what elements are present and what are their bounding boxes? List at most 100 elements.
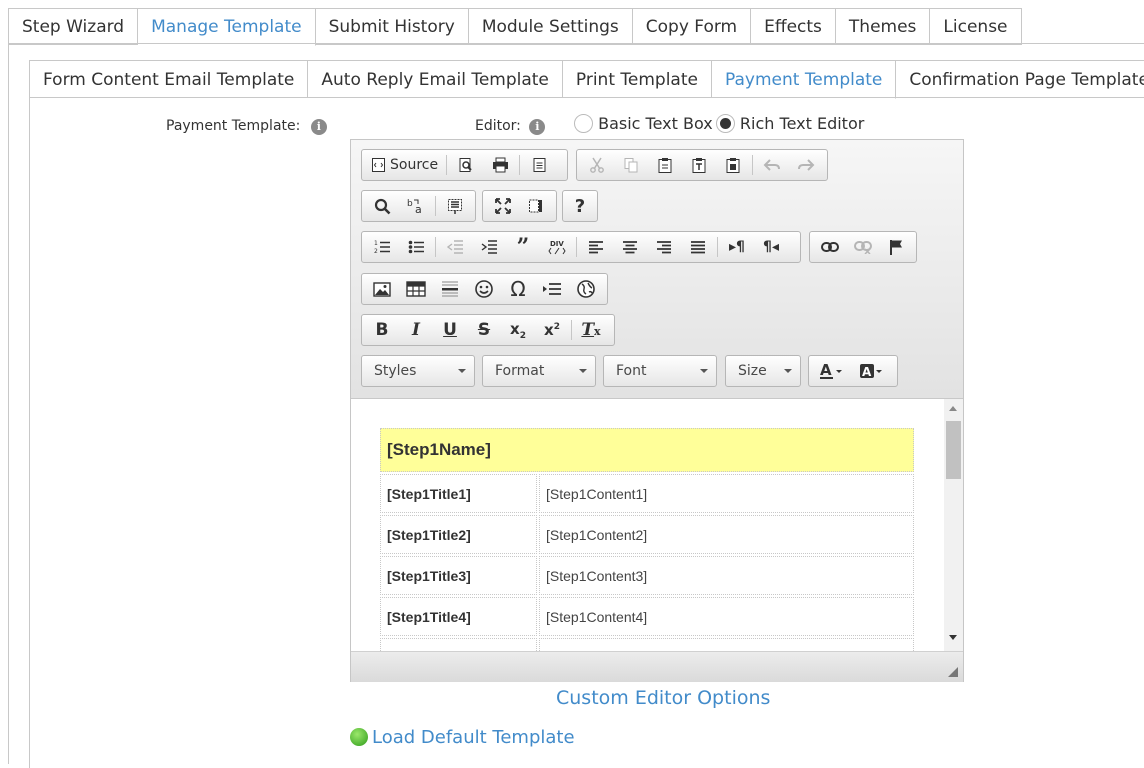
editor-content-area[interactable]: [Step1Name] [Step1Title1] [Step1Content1… (351, 399, 944, 651)
custom-editor-options-link[interactable]: Custom Editor Options (556, 687, 770, 709)
editor-type-radio-group: Basic Text Box Rich Text Editor (574, 114, 864, 133)
editor-status-bar (351, 651, 963, 682)
link-button[interactable] (813, 233, 846, 261)
image-button[interactable] (365, 275, 399, 303)
tab-copy-form[interactable]: Copy Form (632, 8, 752, 45)
horizontal-line-button[interactable] (433, 275, 467, 303)
step-title-cell[interactable]: [Step1Title3] (380, 556, 537, 595)
select-all-button[interactable] (438, 192, 472, 220)
format-dropdown[interactable]: Format (482, 355, 596, 387)
svg-text:b: b (407, 199, 413, 209)
replace-button[interactable]: ba (399, 192, 433, 220)
tab-form-content-email-template[interactable]: Form Content Email Template (29, 60, 309, 98)
dropdown-arrow-icon (458, 369, 466, 373)
tab-submit-history[interactable]: Submit History (315, 8, 469, 45)
align-center-button[interactable] (613, 233, 647, 261)
basic-text-box-label[interactable]: Basic Text Box (598, 114, 713, 133)
cut-button[interactable] (580, 151, 614, 179)
scrollbar-thumb[interactable] (946, 421, 961, 479)
paste-text-button[interactable] (682, 151, 716, 179)
tab-effects[interactable]: Effects (751, 8, 836, 45)
strikethrough-button[interactable]: S (467, 316, 501, 344)
copy-button[interactable] (614, 151, 648, 179)
text-color-button[interactable]: A (812, 357, 852, 385)
page-break-button[interactable] (535, 275, 569, 303)
step-content-cell[interactable] (539, 638, 914, 651)
tab-module-settings[interactable]: Module Settings (468, 8, 633, 45)
text-direction-ltr-button[interactable]: ▸¶ (720, 233, 754, 261)
resize-grip-icon[interactable] (948, 667, 958, 677)
help-button[interactable]: ? (563, 192, 597, 220)
step-content-cell[interactable]: [Step1Content1] (539, 474, 914, 513)
tab-manage-template[interactable]: Manage Template (138, 8, 316, 46)
bold-button[interactable]: B (365, 316, 399, 344)
step-title-cell[interactable] (380, 638, 537, 651)
increase-indent-button[interactable] (472, 233, 506, 261)
smiley-button[interactable] (467, 275, 501, 303)
editing-toolgroup: ba (361, 190, 476, 222)
tab-confirmation-page-template[interactable]: Confirmation Page Template (896, 60, 1144, 98)
text-direction-rtl-button[interactable]: ¶◂ (754, 233, 788, 261)
table-button[interactable] (399, 275, 433, 303)
decrease-indent-button[interactable] (438, 233, 472, 261)
tab-themes[interactable]: Themes (835, 8, 931, 45)
size-dropdown[interactable]: Size (725, 355, 801, 387)
step-content-cell[interactable]: [Step1Content2] (539, 515, 914, 554)
bulleted-list-button[interactable] (399, 233, 433, 261)
align-left-button[interactable] (579, 233, 613, 261)
source-icon (372, 158, 385, 172)
justify-button[interactable] (681, 233, 715, 261)
load-default-template-link[interactable]: Load Default Template (350, 727, 575, 748)
reload-icon (350, 728, 368, 746)
anchor-button[interactable] (880, 233, 913, 261)
step-title-cell[interactable]: [Step1Title1] (380, 474, 537, 513)
svg-text:1: 1 (374, 240, 378, 247)
maximize-button[interactable] (486, 192, 520, 220)
undo-button[interactable] (755, 151, 789, 179)
superscript-button[interactable]: x2 (535, 316, 569, 344)
tab-auto-reply-email-template[interactable]: Auto Reply Email Template (308, 60, 563, 98)
remove-format-button[interactable]: Tx (574, 316, 608, 344)
special-char-button[interactable]: Ω (501, 275, 535, 303)
templates-button[interactable] (522, 151, 556, 179)
scroll-up-arrow-icon[interactable] (949, 406, 957, 411)
rich-text-editor-radio[interactable] (715, 114, 735, 133)
tab-payment-template[interactable]: Payment Template (711, 60, 897, 99)
font-dropdown[interactable]: Font (603, 355, 717, 387)
styles-dropdown[interactable]: Styles (361, 355, 475, 387)
horizontal-line-icon (442, 281, 458, 297)
subscript-button[interactable]: x2 (501, 316, 535, 344)
step-name-cell[interactable]: [Step1Name] (380, 428, 914, 472)
editor-vertical-scrollbar[interactable] (944, 399, 963, 651)
info-icon[interactable]: i (310, 119, 327, 135)
redo-button[interactable] (789, 151, 823, 179)
paste-from-word-button[interactable] (716, 151, 750, 179)
find-button[interactable] (365, 192, 399, 220)
underline-button[interactable]: U (433, 316, 467, 344)
italic-button[interactable]: I (399, 316, 433, 344)
rich-text-editor-label[interactable]: Rich Text Editor (740, 114, 864, 133)
numbered-list-button[interactable]: 12 (365, 233, 399, 261)
tab-print-template[interactable]: Print Template (562, 60, 712, 98)
info-icon[interactable]: i (529, 119, 546, 135)
iframe-button[interactable] (569, 275, 603, 303)
step-title-cell[interactable]: [Step1Title2] (380, 515, 537, 554)
show-blocks-button[interactable] (520, 192, 554, 220)
preview-button[interactable] (449, 151, 483, 179)
paste-button[interactable] (648, 151, 682, 179)
payment-template-label: Payment Template: i (166, 118, 327, 135)
align-right-button[interactable] (647, 233, 681, 261)
scroll-down-arrow-icon[interactable] (949, 635, 957, 640)
source-button[interactable]: Source (365, 151, 444, 179)
step-content-cell[interactable]: [Step1Content3] (539, 556, 914, 595)
print-button[interactable] (483, 151, 517, 179)
background-color-button[interactable]: A (852, 357, 892, 385)
step-content-cell[interactable]: [Step1Content4] (539, 597, 914, 636)
unlink-button[interactable] (846, 233, 879, 261)
tab-step-wizard[interactable]: Step Wizard (8, 8, 139, 45)
blockquote-button[interactable]: ” (506, 233, 540, 261)
basic-text-box-radio[interactable] (574, 114, 593, 133)
tab-license[interactable]: License (930, 8, 1022, 45)
step-title-cell[interactable]: [Step1Title4] (380, 597, 537, 636)
create-div-button[interactable]: DIV (540, 233, 574, 261)
